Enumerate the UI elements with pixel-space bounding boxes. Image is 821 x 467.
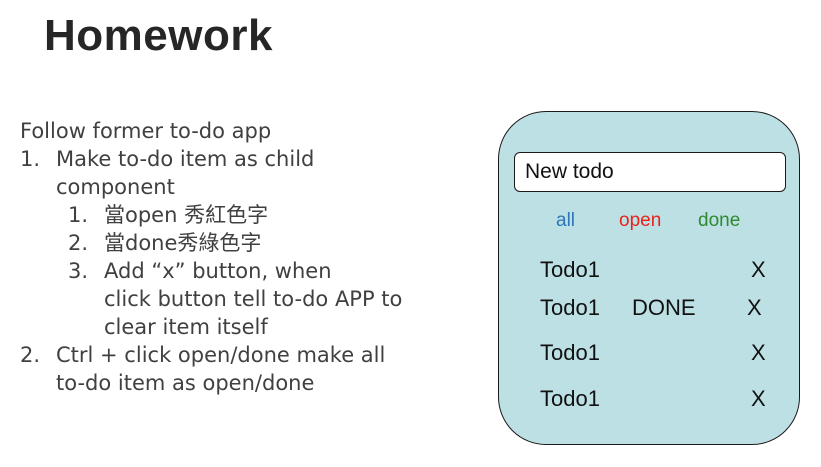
todo-remove-button[interactable]: X [751,340,766,366]
todo-item-label[interactable]: Todo1 [540,340,600,366]
instructions-text: Follow former to-do app 1. Make to-do it… [20,117,460,397]
instruction-item-1-text-cont: component [56,175,175,199]
instruction-subitem-1-number: 1. [68,203,89,227]
todo-app-mockup: all open done Todo1 X Todo1 DONE X Todo1… [498,111,800,445]
instruction-subitem-2-number: 2. [68,231,89,255]
instruction-subitem-3: 3. Add “x” button, when [20,257,460,285]
instruction-item-1-number: 1. [20,147,41,171]
instruction-subitem-1-text: 當open 秀紅色字 [104,203,269,227]
instruction-subitem-3-text-cont-2: clear item itself [104,315,268,339]
filter-all-link[interactable]: all [556,209,575,233]
instruction-item-2-text: Ctrl + click open/done make all [56,343,386,367]
instruction-item-2-number: 2. [20,343,41,367]
instruction-subitem-2: 2. 當done秀綠色字 [20,229,460,257]
new-todo-input[interactable] [514,152,786,192]
todo-remove-button[interactable]: X [747,295,762,321]
instruction-subitem-3-text-cont-1: click button tell to-do APP to [104,287,403,311]
todo-item-label[interactable]: Todo1 [540,257,600,283]
instruction-subitem-3-number: 3. [68,259,89,283]
todo-item-label[interactable]: Todo1 [540,386,600,412]
slide-title: Homework [44,11,273,60]
todo-remove-button[interactable]: X [751,257,766,283]
instruction-subitem-1: 1. 當open 秀紅色字 [20,201,460,229]
instruction-item-2: 2. Ctrl + click open/done make all [20,341,460,369]
todo-status-text: DONE [632,295,696,320]
todo-remove-button[interactable]: X [751,386,766,412]
filter-done-link[interactable]: done [698,209,740,233]
instructions-intro: Follow former to-do app [20,119,272,143]
instruction-item-1-text: Make to-do item as child [56,147,315,171]
instruction-subitem-2-text: 當done秀綠色字 [104,231,262,255]
instruction-item-1: 1. Make to-do item as child [20,145,460,173]
instruction-subitem-3-text: Add “x” button, when [104,259,332,283]
todo-item-label[interactable]: Todo1 [540,295,600,321]
instruction-item-2-text-cont: to-do item as open/done [56,371,315,395]
filter-open-link[interactable]: open [619,209,661,233]
